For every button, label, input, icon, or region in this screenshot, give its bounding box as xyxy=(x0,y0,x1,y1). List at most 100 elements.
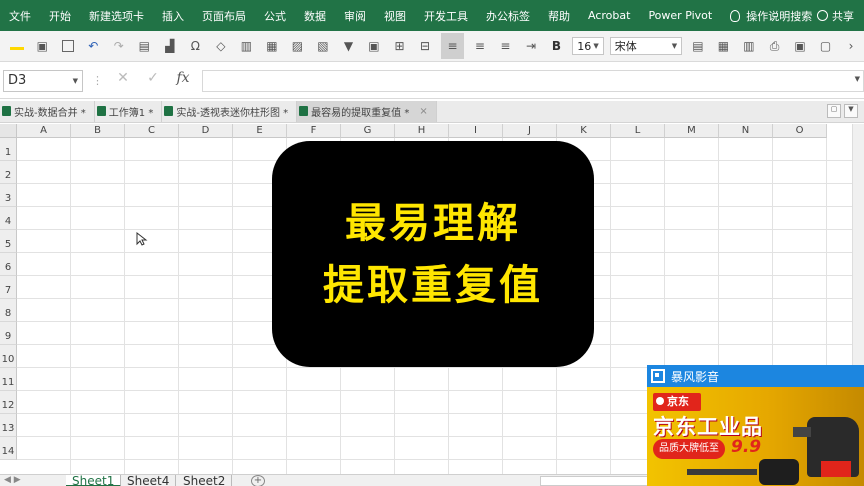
merge-cells-icon[interactable]: ⊟ xyxy=(415,36,435,56)
column-header[interactable]: C xyxy=(125,124,179,138)
column-header[interactable]: L xyxy=(611,124,665,138)
horizontal-scrollbar[interactable] xyxy=(540,476,650,486)
column-header[interactable]: J xyxy=(503,124,557,138)
menu-home[interactable]: 开始 xyxy=(40,8,80,24)
column-header[interactable]: I xyxy=(449,124,503,138)
indent-icon[interactable]: ⇥ xyxy=(521,36,541,56)
select-all-corner[interactable] xyxy=(0,124,17,138)
formula-buttons: ✕ ✓ fx xyxy=(108,70,198,86)
sheet-tab[interactable]: Sheet2 xyxy=(177,475,233,486)
symbol-icon[interactable]: Ω xyxy=(186,36,206,56)
row-header[interactable]: 13 xyxy=(0,414,17,437)
undo-icon[interactable]: ↶ xyxy=(84,36,104,56)
menu-formulas[interactable]: 公式 xyxy=(255,8,295,24)
new-file-icon[interactable] xyxy=(58,36,78,56)
tell-me-search[interactable]: 操作说明搜索 xyxy=(721,8,821,24)
workbook-tab-active[interactable]: 最容易的提取重复值 * × xyxy=(297,101,437,122)
column-header[interactable]: N xyxy=(719,124,773,138)
insert-chart-icon[interactable]: ▟ xyxy=(160,36,180,56)
row-header[interactable]: 9 xyxy=(0,322,17,345)
close-icon[interactable]: × xyxy=(419,106,427,117)
formula-splitter[interactable]: ⋮ xyxy=(92,74,103,87)
menu-page-layout[interactable]: 页面布局 xyxy=(193,8,255,24)
menu-review[interactable]: 审阅 xyxy=(335,8,375,24)
column-header[interactable]: G xyxy=(341,124,395,138)
toolbar-more-icon[interactable]: › xyxy=(841,36,861,56)
column-header[interactable]: A xyxy=(17,124,71,138)
sort-icon[interactable]: ▧ xyxy=(313,36,333,56)
freeze-panes-icon[interactable]: ▣ xyxy=(364,36,384,56)
expand-formula-bar-icon[interactable]: ▼ xyxy=(855,75,860,83)
name-box[interactable]: D3 ▼ xyxy=(3,70,83,92)
shape-icon[interactable]: ◇ xyxy=(211,36,231,56)
column-header[interactable]: B xyxy=(71,124,125,138)
row-header[interactable]: 2 xyxy=(0,161,17,184)
row-header[interactable]: 4 xyxy=(0,207,17,230)
table-icon[interactable]: ▦ xyxy=(262,36,282,56)
row-header[interactable]: 11 xyxy=(0,368,17,391)
format-painter-icon[interactable]: ▤ xyxy=(135,36,155,56)
column-header[interactable]: D xyxy=(179,124,233,138)
align-left-icon[interactable]: ≡ xyxy=(470,36,490,56)
new-workbook-icon[interactable]: ▢ xyxy=(827,104,841,118)
row-header[interactable]: 7 xyxy=(0,276,17,299)
print-preview-icon[interactable]: ▣ xyxy=(790,36,810,56)
formula-input[interactable] xyxy=(202,70,864,92)
menu-developer[interactable]: 开发工具 xyxy=(415,8,477,24)
row-header[interactable]: 3 xyxy=(0,184,17,207)
share-button[interactable]: 共享 xyxy=(817,0,854,31)
ad-popup[interactable]: 暴风影音 京东 京东工业品 品质大牌低至 9.9 xyxy=(647,365,864,486)
row-header[interactable]: 5 xyxy=(0,230,17,253)
sheet-tab-active[interactable]: Sheet1 xyxy=(66,475,122,486)
sheet-nav-icon[interactable]: ◀ ▶ xyxy=(4,475,21,485)
filter-icon[interactable]: ▼ xyxy=(339,36,359,56)
menu-power-pivot[interactable]: Power Pivot xyxy=(639,9,721,22)
add-sheet-icon[interactable]: + xyxy=(251,475,265,486)
menu-acrobat[interactable]: Acrobat xyxy=(579,9,639,22)
conditional-format-icon[interactable]: ▥ xyxy=(739,36,759,56)
workbook-tab[interactable]: 实战-透视表迷你柱形图 * xyxy=(162,101,298,122)
image-icon[interactable]: ▨ xyxy=(288,36,308,56)
menu-new-tab[interactable]: 新建选项卡 xyxy=(80,8,153,24)
column-header[interactable]: E xyxy=(233,124,287,138)
cancel-icon[interactable]: ✕ xyxy=(108,70,138,86)
workbook-tab[interactable]: 工作簿1 * xyxy=(95,101,163,122)
workbook-tab[interactable]: 实战-数据合并 * xyxy=(0,101,95,122)
column-header[interactable]: M xyxy=(665,124,719,138)
column-header[interactable]: O xyxy=(773,124,827,138)
highlight-icon[interactable] xyxy=(7,36,27,56)
print-icon[interactable]: ⎙ xyxy=(765,36,785,56)
font-size-select[interactable]: 16 ▼ xyxy=(572,37,604,55)
row-header[interactable]: 10 xyxy=(0,345,17,368)
insert-function-icon[interactable]: fx xyxy=(168,70,198,86)
cell-style-icon[interactable]: ▦ xyxy=(714,36,734,56)
chevron-down-icon[interactable]: ▼ xyxy=(844,104,858,118)
paste-icon[interactable]: ▥ xyxy=(237,36,257,56)
save-icon[interactable]: ▣ xyxy=(33,36,53,56)
row-header[interactable]: 12 xyxy=(0,391,17,414)
redo-icon[interactable]: ↷ xyxy=(109,36,129,56)
bold-button[interactable]: B xyxy=(547,36,567,56)
menu-file[interactable]: 文件 xyxy=(0,8,40,24)
menu-view[interactable]: 视图 xyxy=(375,8,415,24)
row-header[interactable]: 14 xyxy=(0,437,17,460)
fill-color-icon[interactable]: ▤ xyxy=(688,36,708,56)
align-center-icon[interactable]: ≡ xyxy=(440,33,465,59)
borders-icon[interactable]: ⊞ xyxy=(390,36,410,56)
menu-help[interactable]: 帮助 xyxy=(539,8,579,24)
row-header[interactable]: 8 xyxy=(0,299,17,322)
row-header[interactable]: 6 xyxy=(0,253,17,276)
ad-banner[interactable]: 京东 京东工业品 品质大牌低至 9.9 xyxy=(647,387,864,486)
menu-data[interactable]: 数据 xyxy=(295,8,335,24)
align-right-icon[interactable]: ≡ xyxy=(496,36,516,56)
font-name-select[interactable]: 宋体 ▼ xyxy=(609,37,683,55)
column-header[interactable]: K xyxy=(557,124,611,138)
row-header[interactable]: 1 xyxy=(0,138,17,161)
menu-insert[interactable]: 插入 xyxy=(153,8,193,24)
column-header[interactable]: F xyxy=(287,124,341,138)
enter-icon[interactable]: ✓ xyxy=(138,70,168,86)
sheet-tab[interactable]: Sheet4 xyxy=(121,475,177,486)
window-icon[interactable]: ▢ xyxy=(816,36,836,56)
column-header[interactable]: H xyxy=(395,124,449,138)
menu-office-tab[interactable]: 办公标签 xyxy=(477,8,539,24)
